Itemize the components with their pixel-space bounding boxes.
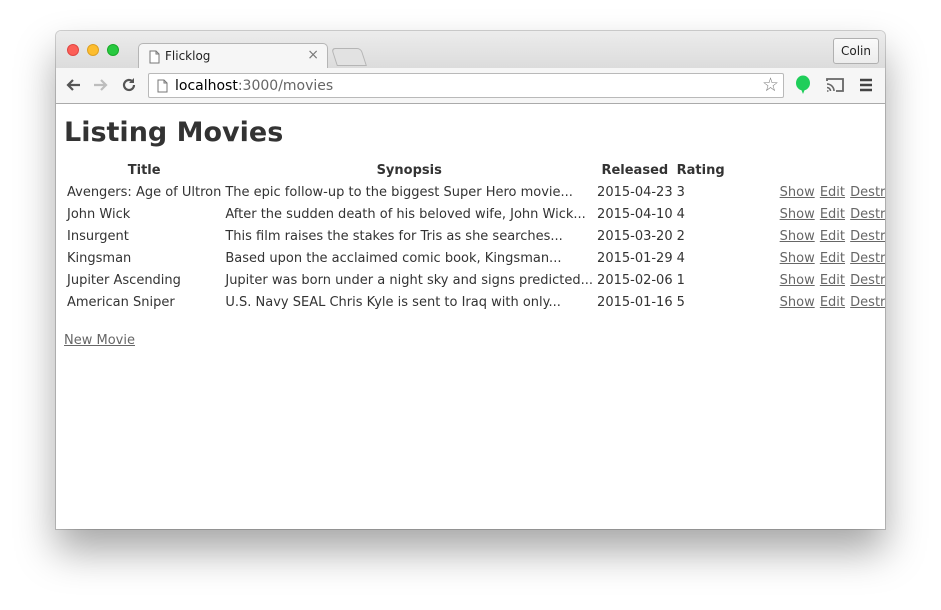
table-row: American Sniper U.S. Navy SEAL Chris Kyl… (66, 292, 885, 312)
url-host: localhost (175, 78, 238, 94)
movie-rating: 4 (676, 206, 685, 222)
movie-synopsis: This film raises the stakes for Tris as … (225, 228, 563, 244)
address-bar[interactable]: localhost:3000/movies ☆ (148, 73, 784, 98)
row-actions: Show Edit Destroy (728, 204, 885, 224)
movie-title: Insurgent (67, 228, 129, 244)
show-link[interactable]: Show (780, 273, 815, 288)
destroy-link[interactable]: Destroy (850, 185, 885, 200)
show-link[interactable]: Show (780, 207, 815, 222)
movie-rating: 1 (676, 272, 685, 288)
forward-arrow-icon[interactable] (92, 76, 110, 94)
row-actions: Show Edit Destroy (728, 248, 885, 268)
profile-button[interactable]: Colin (833, 38, 879, 64)
page-title: Listing Movies (64, 117, 284, 148)
movies-table: Title Synopsis Released Rating Avengers:… (64, 158, 885, 314)
edit-link[interactable]: Edit (820, 185, 845, 200)
url-text: localhost:3000/movies (175, 78, 333, 94)
table-header-row: Title Synopsis Released Rating (66, 160, 885, 180)
new-movie-link[interactable]: New Movie (64, 333, 135, 348)
movie-title: Kingsman (67, 250, 132, 266)
movie-synopsis: U.S. Navy SEAL Chris Kyle is sent to Ira… (225, 294, 561, 310)
url-path: :3000/movies (237, 78, 334, 94)
reload-icon[interactable] (120, 76, 138, 94)
row-actions: Show Edit Destroy (728, 292, 885, 312)
browser-tab[interactable]: Flicklog × (138, 43, 328, 69)
edit-link[interactable]: Edit (820, 251, 845, 266)
row-actions: Show Edit Destroy (728, 226, 885, 246)
page-icon (149, 49, 160, 68)
tab-close-icon[interactable]: × (307, 47, 319, 63)
close-window-button[interactable] (67, 44, 79, 56)
movie-title: John Wick (67, 206, 131, 222)
movie-released: 2015-02-06 (597, 272, 673, 288)
destroy-link[interactable]: Destroy (850, 273, 885, 288)
evernote-extension-icon[interactable] (794, 75, 812, 94)
hamburger-menu-icon[interactable] (858, 76, 876, 94)
star-icon[interactable]: ☆ (762, 75, 779, 96)
movie-rating: 2 (676, 228, 685, 244)
table-row: Kingsman Based upon the acclaimed comic … (66, 248, 885, 268)
destroy-link[interactable]: Destroy (850, 295, 885, 310)
table-row: Avengers: Age of Ultron The epic follow-… (66, 182, 885, 202)
edit-link[interactable]: Edit (820, 273, 845, 288)
table-row: John Wick After the sudden death of his … (66, 204, 885, 224)
movie-rating: 3 (676, 184, 685, 200)
edit-link[interactable]: Edit (820, 295, 845, 310)
movie-title: American Sniper (67, 294, 175, 310)
row-actions: Show Edit Destroy (728, 182, 885, 202)
row-actions: Show Edit Destroy (728, 270, 885, 290)
movie-synopsis: Based upon the acclaimed comic book, Kin… (225, 250, 562, 266)
edit-link[interactable]: Edit (820, 229, 845, 244)
show-link[interactable]: Show (780, 295, 815, 310)
destroy-link[interactable]: Destroy (850, 251, 885, 266)
movie-released: 2015-04-10 (597, 206, 673, 222)
show-link[interactable]: Show (780, 251, 815, 266)
movie-synopsis: The epic follow-up to the biggest Super … (225, 184, 573, 200)
movie-released: 2015-04-23 (597, 184, 673, 200)
back-arrow-icon[interactable] (64, 76, 82, 94)
tab-title: Flicklog (165, 49, 211, 63)
movie-released: 2015-01-29 (597, 250, 673, 266)
show-link[interactable]: Show (780, 229, 815, 244)
movie-rating: 4 (676, 250, 685, 266)
destroy-link[interactable]: Destroy (850, 229, 885, 244)
column-header-actions (728, 160, 885, 180)
page-content: Listing Movies Title Synopsis Released R… (56, 104, 885, 529)
minimize-window-button[interactable] (87, 44, 99, 56)
browser-toolbar: localhost:3000/movies ☆ (56, 68, 885, 104)
movie-rating: 5 (676, 294, 685, 310)
movie-title: Jupiter Ascending (67, 272, 181, 288)
destroy-link[interactable]: Destroy (850, 207, 885, 222)
column-header-released: Released (601, 162, 669, 178)
column-header-rating: Rating (676, 162, 725, 178)
table-row: Jupiter Ascending Jupiter was born under… (66, 270, 885, 290)
movie-synopsis: Jupiter was born under a night sky and s… (225, 272, 594, 288)
new-tab-button[interactable] (331, 48, 367, 66)
show-link[interactable]: Show (780, 185, 815, 200)
table-row: Insurgent This film raises the stakes fo… (66, 226, 885, 246)
movie-synopsis: After the sudden death of his beloved wi… (225, 206, 586, 222)
page-icon (157, 78, 168, 97)
cast-icon[interactable] (825, 76, 844, 94)
column-header-synopsis: Synopsis (376, 162, 442, 178)
column-header-title: Title (127, 162, 161, 178)
edit-link[interactable]: Edit (820, 207, 845, 222)
maximize-window-button[interactable] (107, 44, 119, 56)
title-bar: Flicklog × Colin (56, 31, 885, 69)
movie-title: Avengers: Age of Ultron (67, 184, 222, 200)
browser-window: Flicklog × Colin localhost:3000/movies ☆ (56, 31, 885, 529)
movie-released: 2015-01-16 (597, 294, 673, 310)
movie-released: 2015-03-20 (597, 228, 673, 244)
